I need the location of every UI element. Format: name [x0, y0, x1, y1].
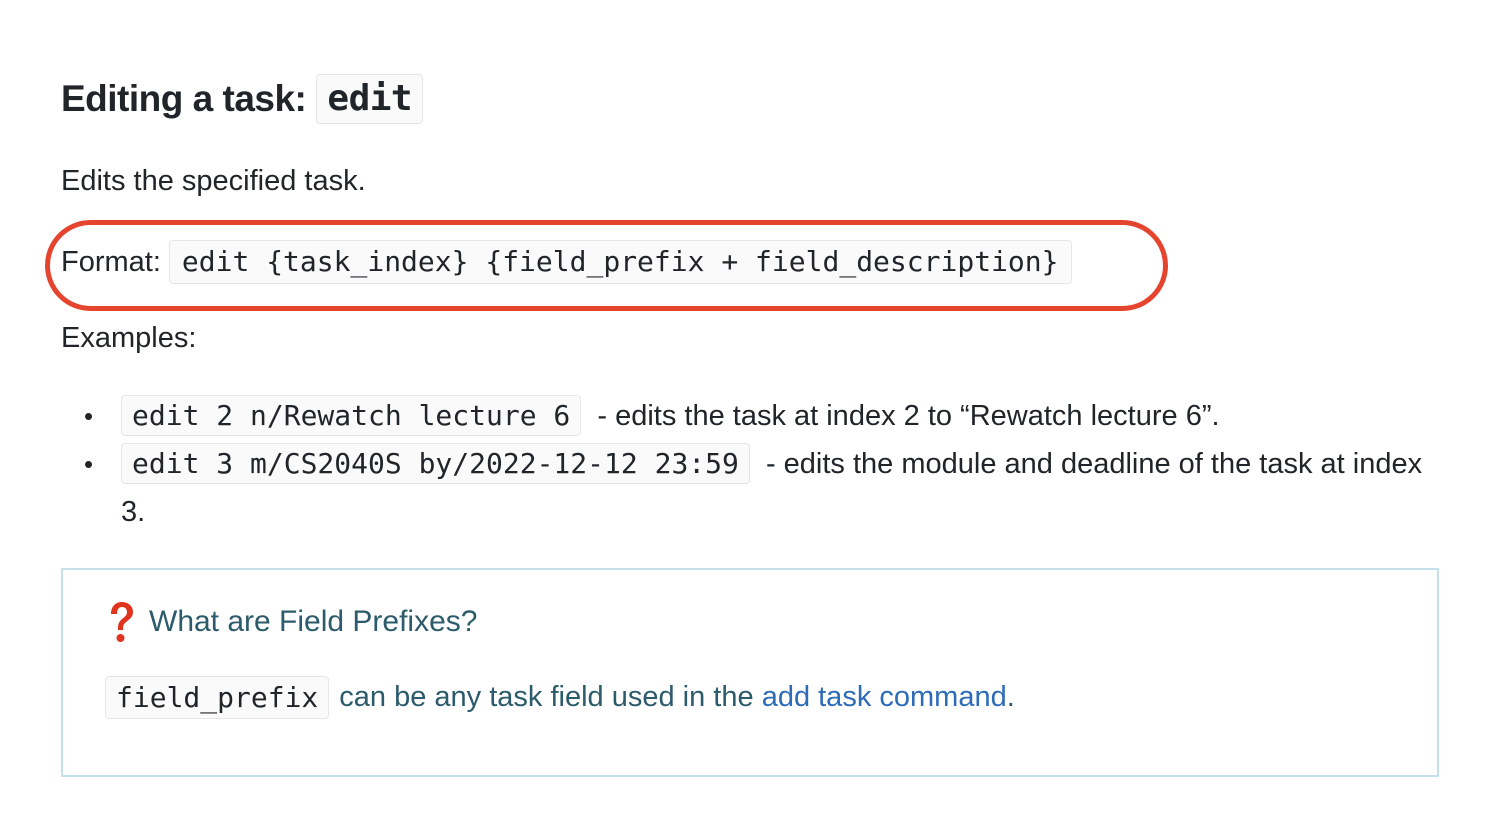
- example-code: edit 2 n/Rewatch lecture 6: [121, 395, 582, 436]
- info-box-title: What are Field Prefixes?: [105, 600, 477, 644]
- format-line: Format: edit {task_index} {field_prefix …: [61, 240, 1072, 284]
- info-box: What are Field Prefixes? field_prefix ca…: [61, 568, 1439, 777]
- info-text-after-link: .: [1006, 681, 1015, 713]
- heading-text: Editing a task:: [61, 78, 307, 119]
- command-description: Edits the specified task.: [61, 165, 366, 197]
- field-prefix-code: field_prefix: [105, 676, 330, 719]
- question-mark-icon: [111, 602, 133, 642]
- add-task-command-link[interactable]: add task command: [762, 681, 1007, 713]
- info-text: can be any task field used in the add ta…: [339, 681, 1014, 714]
- list-item: • edit 3 m/CS2040S by/2022-12-12 23:59 -…: [61, 440, 1431, 536]
- examples-label: Examples:: [61, 322, 197, 354]
- example-code: edit 3 m/CS2040S by/2022-12-12 23:59: [121, 443, 750, 484]
- bullet-icon: •: [84, 449, 94, 479]
- info-text-before-link: can be any task field used in the: [339, 681, 754, 713]
- section-heading: Editing a task: edit: [61, 74, 424, 124]
- info-box-title-text: What are Field Prefixes?: [149, 605, 478, 638]
- example-text: - edits the task at index 2 to “Rewatch …: [597, 400, 1220, 432]
- heading-command-code: edit: [316, 74, 424, 124]
- format-label: Format:: [61, 245, 161, 278]
- list-item: • edit 2 n/Rewatch lecture 6 - edits the…: [61, 392, 1431, 440]
- info-box-body: field_prefix can be any task field used …: [105, 676, 1015, 719]
- examples-list: • edit 2 n/Rewatch lecture 6 - edits the…: [61, 392, 1431, 536]
- bullet-icon: •: [84, 401, 94, 431]
- format-code: edit {task_index} {field_prefix + field_…: [168, 240, 1072, 284]
